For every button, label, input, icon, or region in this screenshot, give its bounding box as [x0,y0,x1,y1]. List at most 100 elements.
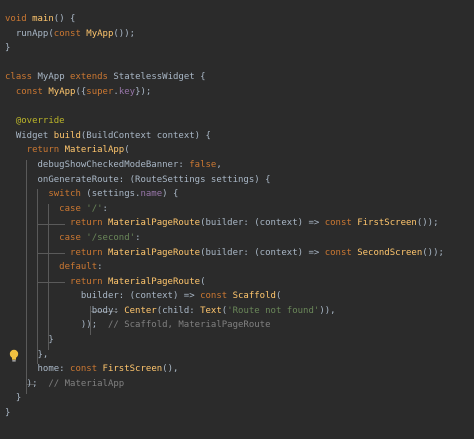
code-line: } [0,391,474,406]
code-token: super [86,86,114,97]
code-text: ); // MaterialApp [5,377,125,392]
code-token: ) { [162,189,179,200]
code-token: StatelessWidget { [113,72,206,83]
code-token: MaterialPageRoute [107,247,201,258]
code-token: debugShowCheckedModeBanner: [5,159,190,170]
code-line: } [0,41,474,56]
code-line: ); // MaterialApp [0,377,474,392]
code-line: body: Center(child: Text('Route not foun… [0,304,474,319]
code-token: Center [124,305,157,316]
code-text: body: Center(child: Text('Route not foun… [5,304,336,319]
code-token: SecondScreen [357,247,423,258]
code-token: // Scaffold, MaterialPageRoute [107,320,271,331]
code-token: case [5,203,87,214]
code-token: (builder: (context) => [200,247,325,258]
code-token: : [97,262,103,273]
code-token: return [5,247,108,258]
code-token: home: [5,364,71,375]
code-token: Text [200,305,222,316]
lightbulb-icon[interactable] [8,349,20,363]
code-line: return MaterialPageRoute( [0,275,474,290]
code-line: return MaterialPageRoute(builder: (conte… [0,246,474,261]
code-line: class MyApp extends StatelessWidget { [0,70,474,85]
code-text: home: const FirstScreen(), [5,362,179,377]
code-token: 'Route not found' [227,305,320,316]
code-token: } [5,335,54,346]
code-token: key [118,86,136,97]
code-token: ()); [416,218,439,229]
code-token: void [5,14,33,24]
code-line: } [0,406,474,421]
code-token: : [135,232,141,243]
code-text: )); // Scaffold, MaterialPageRoute [5,318,271,333]
code-token: ( [275,291,282,302]
code-token: body: [5,305,125,316]
code-token: } [5,393,22,404]
code-token: '/' [86,203,103,214]
code-token: '/second' [86,232,136,243]
code-token: } [5,43,11,54]
code-text: return MaterialPageRoute( [5,275,206,290]
code-token: ()); [422,247,444,258]
code-token: false [189,159,217,170]
code-line: builder: (context) => const Scaffold( [0,289,474,304]
code-text: runApp(const MyApp()); [5,27,135,42]
code-text: } [5,333,54,348]
code-lines: void main() { runApp(const MyApp());} cla… [0,12,474,421]
code-line: return MaterialApp( [0,143,474,158]
code-token: const [53,28,87,39]
code-token: const [5,86,49,97]
code-token: : [102,203,108,214]
code-text: const MyApp({super.key}); [5,85,152,100]
code-token: )), [319,305,336,316]
code-token: extends [70,72,114,83]
code-token: @override [5,116,65,127]
code-token: MyApp [37,72,71,83]
code-editor[interactable]: void main() { runApp(const MyApp());} cla… [0,0,474,439]
code-text: } [5,391,21,406]
code-token: }); [135,86,152,97]
code-text: } [5,406,10,421]
code-token: onGenerateRoute: (RouteSettings settings… [5,174,271,185]
code-line: switch (settings.name) { [0,187,474,202]
code-line: default: [0,260,474,275]
code-token: FirstScreen [357,218,417,229]
code-token: return [5,218,108,229]
code-token: const [70,364,103,375]
code-line: Widget build(BuildContext context) { [0,129,474,144]
code-token: build [53,130,81,141]
code-token: )); [5,320,108,331]
code-token: const [324,218,358,229]
code-text: case '/': [5,202,108,217]
code-line: } [0,333,474,348]
code-token: (BuildContext context) { [80,130,211,141]
code-text: return MaterialPageRoute(builder: (conte… [5,216,439,231]
code-line: const MyApp({super.key}); [0,85,474,100]
code-token: Scaffold [232,291,276,302]
code-token: main [32,14,54,24]
code-token: MaterialPageRoute [107,276,201,287]
code-token: MaterialPageRoute [107,218,201,229]
code-line: void main() { [0,12,474,27]
code-line: home: const FirstScreen(), [0,362,474,377]
code-token: FirstScreen [102,364,163,375]
code-token: ({ [75,86,87,97]
code-token: return [5,145,65,156]
code-token: const [324,247,358,258]
code-text: Widget build(BuildContext context) { [5,129,211,144]
code-token: () { [53,14,76,24]
code-token: MyApp [48,86,76,97]
code-line: case '/second': [0,231,474,246]
code-text: onGenerateRoute: (RouteSettings settings… [5,173,271,188]
code-text: return MaterialPageRoute(builder: (conte… [5,246,444,261]
code-token: class [5,72,38,83]
code-token: (settings. [86,189,141,200]
code-text: default: [5,260,103,275]
code-line: @override [0,114,474,129]
code-token: switch [5,189,87,200]
code-token: ( [200,276,206,287]
code-line: return MaterialPageRoute(builder: (conte… [0,216,474,231]
code-token: } [5,408,11,419]
